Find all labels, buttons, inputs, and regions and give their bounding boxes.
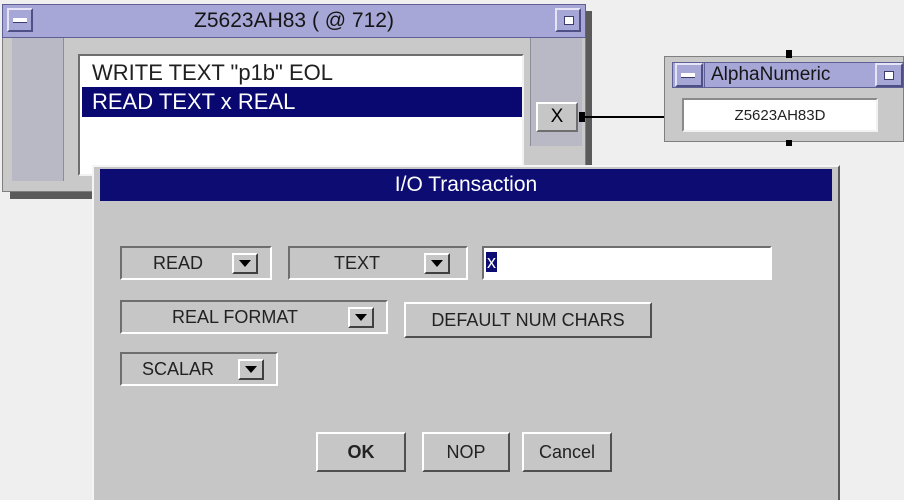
action-dropdown[interactable]: READ <box>120 246 272 280</box>
num-chars-button[interactable]: DEFAULT NUM CHARS <box>404 302 652 338</box>
alphanumeric-display: Z5623AH83D <box>682 98 878 132</box>
action-value: READ <box>152 253 203 273</box>
dropdown-arrow-icon[interactable] <box>424 253 450 274</box>
alphanumeric-title: AlphaNumeric <box>704 62 874 88</box>
encoding-value: TEXT <box>333 253 380 273</box>
format-value: REAL FORMAT <box>171 307 298 327</box>
minimize-icon[interactable] <box>675 63 703 87</box>
data-wire[interactable] <box>585 116 667 118</box>
dropdown-arrow-icon[interactable] <box>238 359 264 380</box>
encoding-dropdown[interactable]: TEXT <box>288 246 468 280</box>
dropdown-arrow-icon[interactable] <box>232 253 258 274</box>
maximize-icon[interactable] <box>555 8 581 32</box>
cancel-button[interactable]: Cancel <box>522 432 612 472</box>
sequence-in-pin[interactable] <box>786 50 792 58</box>
object-title-bar[interactable]: Z5623AH83 ( @ 712) <box>2 4 586 38</box>
object-title: Z5623AH83 ( @ 712) <box>194 9 394 32</box>
shape-dropdown[interactable]: SCALAR <box>120 352 278 386</box>
format-dropdown[interactable]: REAL FORMAT <box>120 300 388 334</box>
transaction-row[interactable]: WRITE TEXT "p1b" EOL <box>82 58 522 88</box>
output-terminal-x[interactable]: X <box>536 102 578 132</box>
variable-input[interactable]: x <box>482 246 772 280</box>
variable-selected-text: x <box>486 252 497 272</box>
dropdown-arrow-icon[interactable] <box>348 307 374 328</box>
maximize-icon[interactable] <box>875 63 903 87</box>
minimize-icon[interactable] <box>7 8 33 32</box>
transaction-row-selected[interactable]: READ TEXT x REAL <box>82 87 522 117</box>
input-terminal-pane <box>12 38 64 181</box>
nop-button[interactable]: NOP <box>422 432 510 472</box>
dialog-title: I/O Transaction <box>100 169 832 201</box>
transaction-list[interactable]: WRITE TEXT "p1b" EOL READ TEXT x REAL <box>78 54 524 176</box>
shape-value: SCALAR <box>141 359 215 379</box>
ok-button[interactable]: OK <box>316 432 406 472</box>
sequence-out-pin[interactable] <box>786 140 792 146</box>
